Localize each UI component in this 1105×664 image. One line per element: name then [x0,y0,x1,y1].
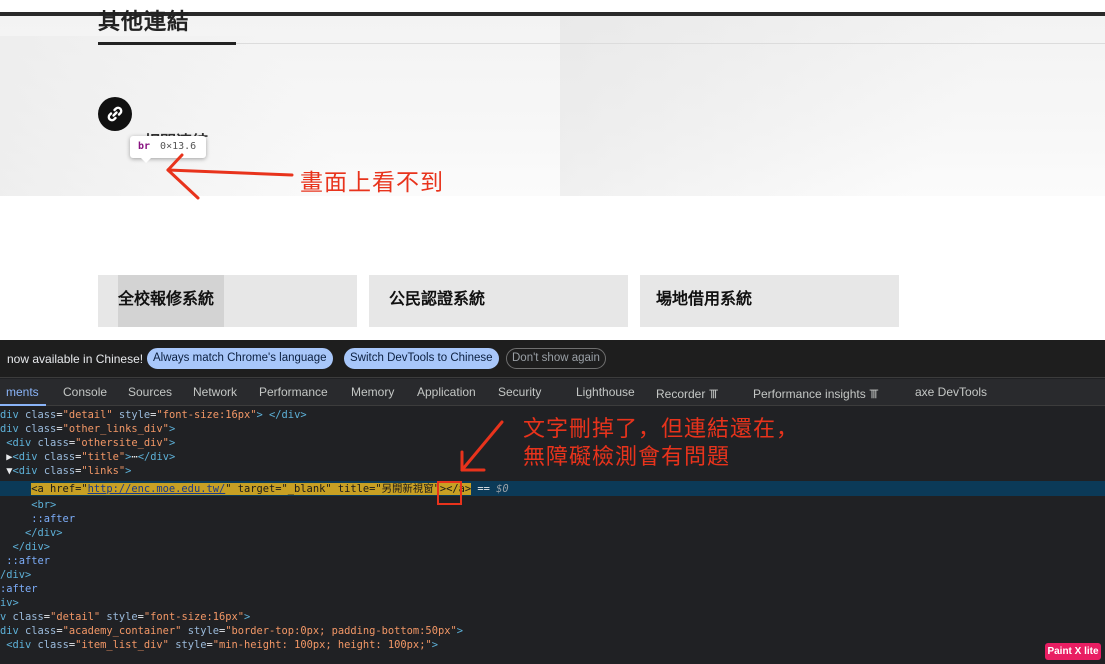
web-page: 其他連結 相關連結 br0×13.6 畫面上看不到 全校報修系統 公民認證系統 … [0,0,1105,340]
annotation-accessibility: 文字刪掉了，但連結還在， 無障礙檢測會有問題 [523,416,799,472]
title-underline [98,42,236,45]
system-button-label: 公民認證系統 [389,289,486,308]
active-tab-indicator [0,404,46,406]
system-button-repair[interactable]: 全校報修系統 [98,275,357,327]
dom-line[interactable]: </div> [0,540,51,554]
dom-line[interactable]: <div class="othersite_div"> [0,436,175,450]
dom-line[interactable]: ▶<div class="title">⋯</div> [0,450,175,464]
red-highlight-box [437,481,462,505]
dom-line[interactable]: ::after [0,512,75,526]
annotation-invisible: 畫面上看不到 [300,170,444,196]
link-icon[interactable] [98,97,132,131]
annotation-line: 文字刪掉了，但連結還在， [523,417,800,442]
devtools-tabbar: ments Console Sources Network Performanc… [0,379,1105,406]
dom-line[interactable]: <div class="item_list_div" style="min-he… [0,638,438,652]
dom-line[interactable]: :after [0,582,38,596]
dom-line[interactable]: div class="detail" style="font-size:16px… [0,408,307,422]
red-arrow-annotation [460,420,504,472]
tab-performance-insights[interactable]: Performance insights 𝍰 [753,385,879,406]
system-button-venue[interactable]: 場地借用系統 [640,275,899,327]
dom-line[interactable]: div class="other_links_div"> [0,422,175,436]
system-button-label: 場地借用系統 [656,289,753,308]
tab-elements[interactable]: ments [6,385,39,399]
tab-network[interactable]: Network [193,385,237,399]
tab-memory[interactable]: Memory [351,385,394,399]
dom-line-selected[interactable]: <a href="http://enc.moe.edu.tw/" target=… [0,482,509,496]
system-button-citizen-cert[interactable]: 公民認證系統 [369,275,628,327]
tooltip-arrow [140,157,152,163]
tab-axe-devtools[interactable]: axe DevTools [915,385,987,399]
annotation-line: 無障礙檢測會有問題 [523,445,731,470]
tab-security[interactable]: Security [498,385,541,399]
dom-line[interactable]: </div> [0,526,63,540]
dom-line[interactable]: ::after [0,554,50,568]
paintx-badge: Paint X lite [1045,643,1101,660]
tab-lighthouse[interactable]: Lighthouse [576,385,635,399]
tab-application[interactable]: Application [417,385,476,399]
infobar-text: now available in Chinese! [7,352,144,366]
dom-line[interactable]: /div> [0,568,31,582]
tab-performance[interactable]: Performance [259,385,328,399]
dom-line[interactable]: iv> [0,596,19,610]
always-match-language-button[interactable]: Always match Chrome's language [147,348,333,369]
tooltip-tag: br [138,141,151,152]
system-button-label: 全校報修系統 [118,289,215,308]
dom-line[interactable]: <br> [0,498,56,512]
devtools-panel: now available in Chinese! Always match C… [0,340,1105,664]
chain-link-icon [107,106,123,122]
section-divider [236,43,1105,44]
tab-sources[interactable]: Sources [128,385,172,399]
section-title: 其他連結 [98,10,191,35]
language-infobar: now available in Chinese! Always match C… [0,340,1105,378]
dom-line[interactable]: div class="academy_container" style="bor… [0,624,463,638]
switch-to-chinese-button[interactable]: Switch DevTools to Chinese [344,348,499,369]
dont-show-again-button[interactable]: Don't show again [506,348,606,369]
red-arrow-annotation [166,153,294,200]
tab-console[interactable]: Console [63,385,107,399]
tab-recorder[interactable]: Recorder 𝍰 [656,385,718,406]
dom-line[interactable]: v class="detail" style="font-size:16px"> [0,610,250,624]
dom-line[interactable]: ▼<div class="links"> [0,464,131,478]
